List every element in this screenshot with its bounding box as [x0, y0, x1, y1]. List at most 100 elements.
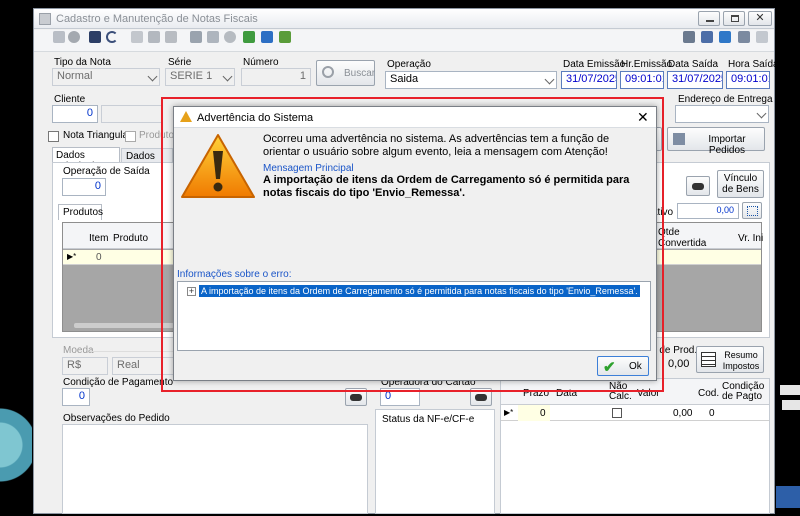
- data-saida-label: Data Saída: [668, 59, 719, 70]
- cliente-name-field[interactable]: [101, 105, 163, 123]
- info-erro-label: Informações sobre o erro:: [177, 269, 292, 280]
- prazo-value: 0: [540, 408, 546, 419]
- vinculo-bens-button[interactable]: Vínculo de Bens: [717, 170, 764, 198]
- endereco-entrega-label: Endereço de Entrega: [678, 94, 773, 105]
- edit-icon[interactable]: [53, 31, 65, 43]
- moeda-symbol-field[interactable]: R$: [62, 357, 108, 375]
- maximize-button[interactable]: [723, 11, 745, 26]
- dialog-message: Ocorreu uma advertência no sistema. As a…: [263, 133, 610, 158]
- calculator-icon: [747, 206, 758, 216]
- column-header-qtde-convertida[interactable]: Qtde Convertida: [658, 227, 718, 249]
- minimize-icon: [706, 20, 714, 22]
- cliente-label: Cliente: [54, 94, 86, 105]
- operacao-saida-label: Operação de Saída: [63, 166, 150, 177]
- resumo-impostos-button[interactable]: Resumo Impostos: [696, 346, 764, 373]
- expand-icon[interactable]: +: [187, 287, 196, 296]
- window-title: Cadastro e Manutenção de Notas Fiscais: [56, 13, 258, 25]
- download-icon[interactable]: [243, 31, 255, 43]
- column-header-produto[interactable]: Produto: [113, 233, 148, 244]
- app-icon: [39, 13, 51, 25]
- info-icon[interactable]: [738, 31, 750, 43]
- cliente-field[interactable]: 0: [52, 105, 98, 123]
- copy-icon[interactable]: [131, 31, 143, 43]
- numero-field[interactable]: 1: [241, 68, 311, 86]
- column-header-vr-ini[interactable]: Vr. Ini: [738, 233, 763, 244]
- horizontal-scrollbar[interactable]: [74, 323, 174, 328]
- dialog-close-icon[interactable]: ✕: [637, 109, 649, 126]
- tipo-nota-select[interactable]: Normal: [52, 68, 160, 86]
- operacao-select[interactable]: Saida: [385, 71, 557, 89]
- car-lookup-button[interactable]: [686, 176, 710, 196]
- moeda-label: Moeda: [63, 345, 94, 356]
- rateio-field[interactable]: 0,00: [677, 203, 739, 219]
- data-saida-field[interactable]: 31/07/2025: [667, 71, 723, 89]
- chevron-down-icon: [756, 108, 767, 119]
- warning-dialog: Advertência do Sistema ✕ Ocorreu uma adv…: [173, 106, 657, 381]
- row-indicator: ▶*: [67, 252, 77, 261]
- observacoes-textarea[interactable]: [62, 424, 368, 514]
- maximize-icon: [731, 15, 739, 22]
- filter-icon[interactable]: [279, 31, 291, 43]
- refresh-icon[interactable]: [719, 31, 731, 43]
- row-indicator: ▶*: [504, 408, 514, 417]
- grid-icon[interactable]: [148, 31, 160, 43]
- data-emissao-field[interactable]: 31/07/2025: [561, 71, 617, 89]
- column-header-item[interactable]: Item: [89, 233, 108, 244]
- email-icon[interactable]: [207, 31, 219, 43]
- close-icon: ✕: [755, 12, 765, 24]
- cod-value: 0: [709, 408, 715, 419]
- serie-select[interactable]: SERIE 1: [165, 68, 235, 86]
- condicao-pagamento-label: Condição de Pagamento: [63, 377, 174, 388]
- info-erro-item[interactable]: A importação de itens da Ordem de Carreg…: [199, 285, 640, 297]
- minimize-button[interactable]: [698, 11, 720, 26]
- data-emissao-label: Data Emissão: [563, 59, 626, 70]
- search-icon: [322, 66, 334, 78]
- cancel-icon[interactable]: [68, 31, 80, 43]
- column-header-cod[interactable]: Cod.: [698, 388, 719, 399]
- settings-icon[interactable]: [683, 31, 695, 43]
- dialog-title: Advertência do Sistema: [197, 112, 314, 124]
- close-button[interactable]: ✕: [748, 11, 772, 26]
- list-icon[interactable]: [261, 31, 273, 43]
- endereco-entrega-select[interactable]: [675, 105, 769, 123]
- import-icon: [673, 133, 685, 145]
- menu-icon[interactable]: [756, 31, 768, 43]
- nao-calc-checkbox[interactable]: [612, 408, 622, 418]
- chevron-down-icon: [147, 71, 158, 82]
- condicao-pagamento-field[interactable]: 0: [62, 388, 90, 406]
- chevron-down-icon: [222, 71, 233, 82]
- background-shape-left: [0, 355, 32, 505]
- mensagem-principal-label: Mensagem Principal: [263, 163, 354, 174]
- save-icon[interactable]: [89, 31, 101, 43]
- nota-triangular-checkbox[interactable]: [48, 131, 59, 142]
- title-bar: Cadastro e Manutenção de Notas Fiscais ✕: [34, 9, 774, 29]
- importar-pedidos-button[interactable]: Importar Pedidos: [667, 127, 765, 156]
- column-header-condicao-pagto[interactable]: Condição de Pagto: [722, 382, 766, 402]
- tab-produtos[interactable]: Produtos: [58, 204, 103, 220]
- table-icon: [701, 352, 716, 367]
- hora-saida-field[interactable]: 09:01:01: [726, 71, 770, 89]
- tab-dados-principais[interactable]: Dados Principais: [52, 147, 120, 172]
- nota-triangular-label: Nota Triangular: [63, 130, 132, 141]
- info-erro-tree[interactable]: + A importação de itens da Ordem de Carr…: [177, 281, 651, 351]
- background-artwork-bar: [782, 400, 800, 410]
- operacao-saida-field[interactable]: 0: [62, 178, 106, 196]
- car-icon: [692, 183, 704, 190]
- block-icon[interactable]: [224, 31, 236, 43]
- ok-button[interactable]: ✔ Ok: [597, 356, 649, 376]
- valor-value: 0,00: [673, 408, 693, 419]
- status-nfe-label: Status da NF-e/CF-e: [382, 414, 475, 425]
- mensagem-principal-text: A importação de itens da Ordem de Carreg…: [263, 174, 630, 199]
- produtor-checkbox[interactable]: [125, 131, 136, 142]
- hora-saida-label: Hora Saída: [728, 59, 779, 70]
- print-icon[interactable]: [190, 31, 202, 43]
- hr-emissao-field[interactable]: 09:01:01: [620, 71, 664, 89]
- key-icon[interactable]: [701, 31, 713, 43]
- buscar-button[interactable]: Buscar: [316, 60, 375, 86]
- undo-icon[interactable]: [106, 31, 118, 43]
- background-artwork-bar: [780, 385, 800, 395]
- calculator-button[interactable]: [742, 202, 762, 219]
- chevron-down-icon: [544, 74, 555, 85]
- eraser-icon[interactable]: [165, 31, 177, 43]
- tipo-nota-label: Tipo da Nota: [54, 57, 111, 68]
